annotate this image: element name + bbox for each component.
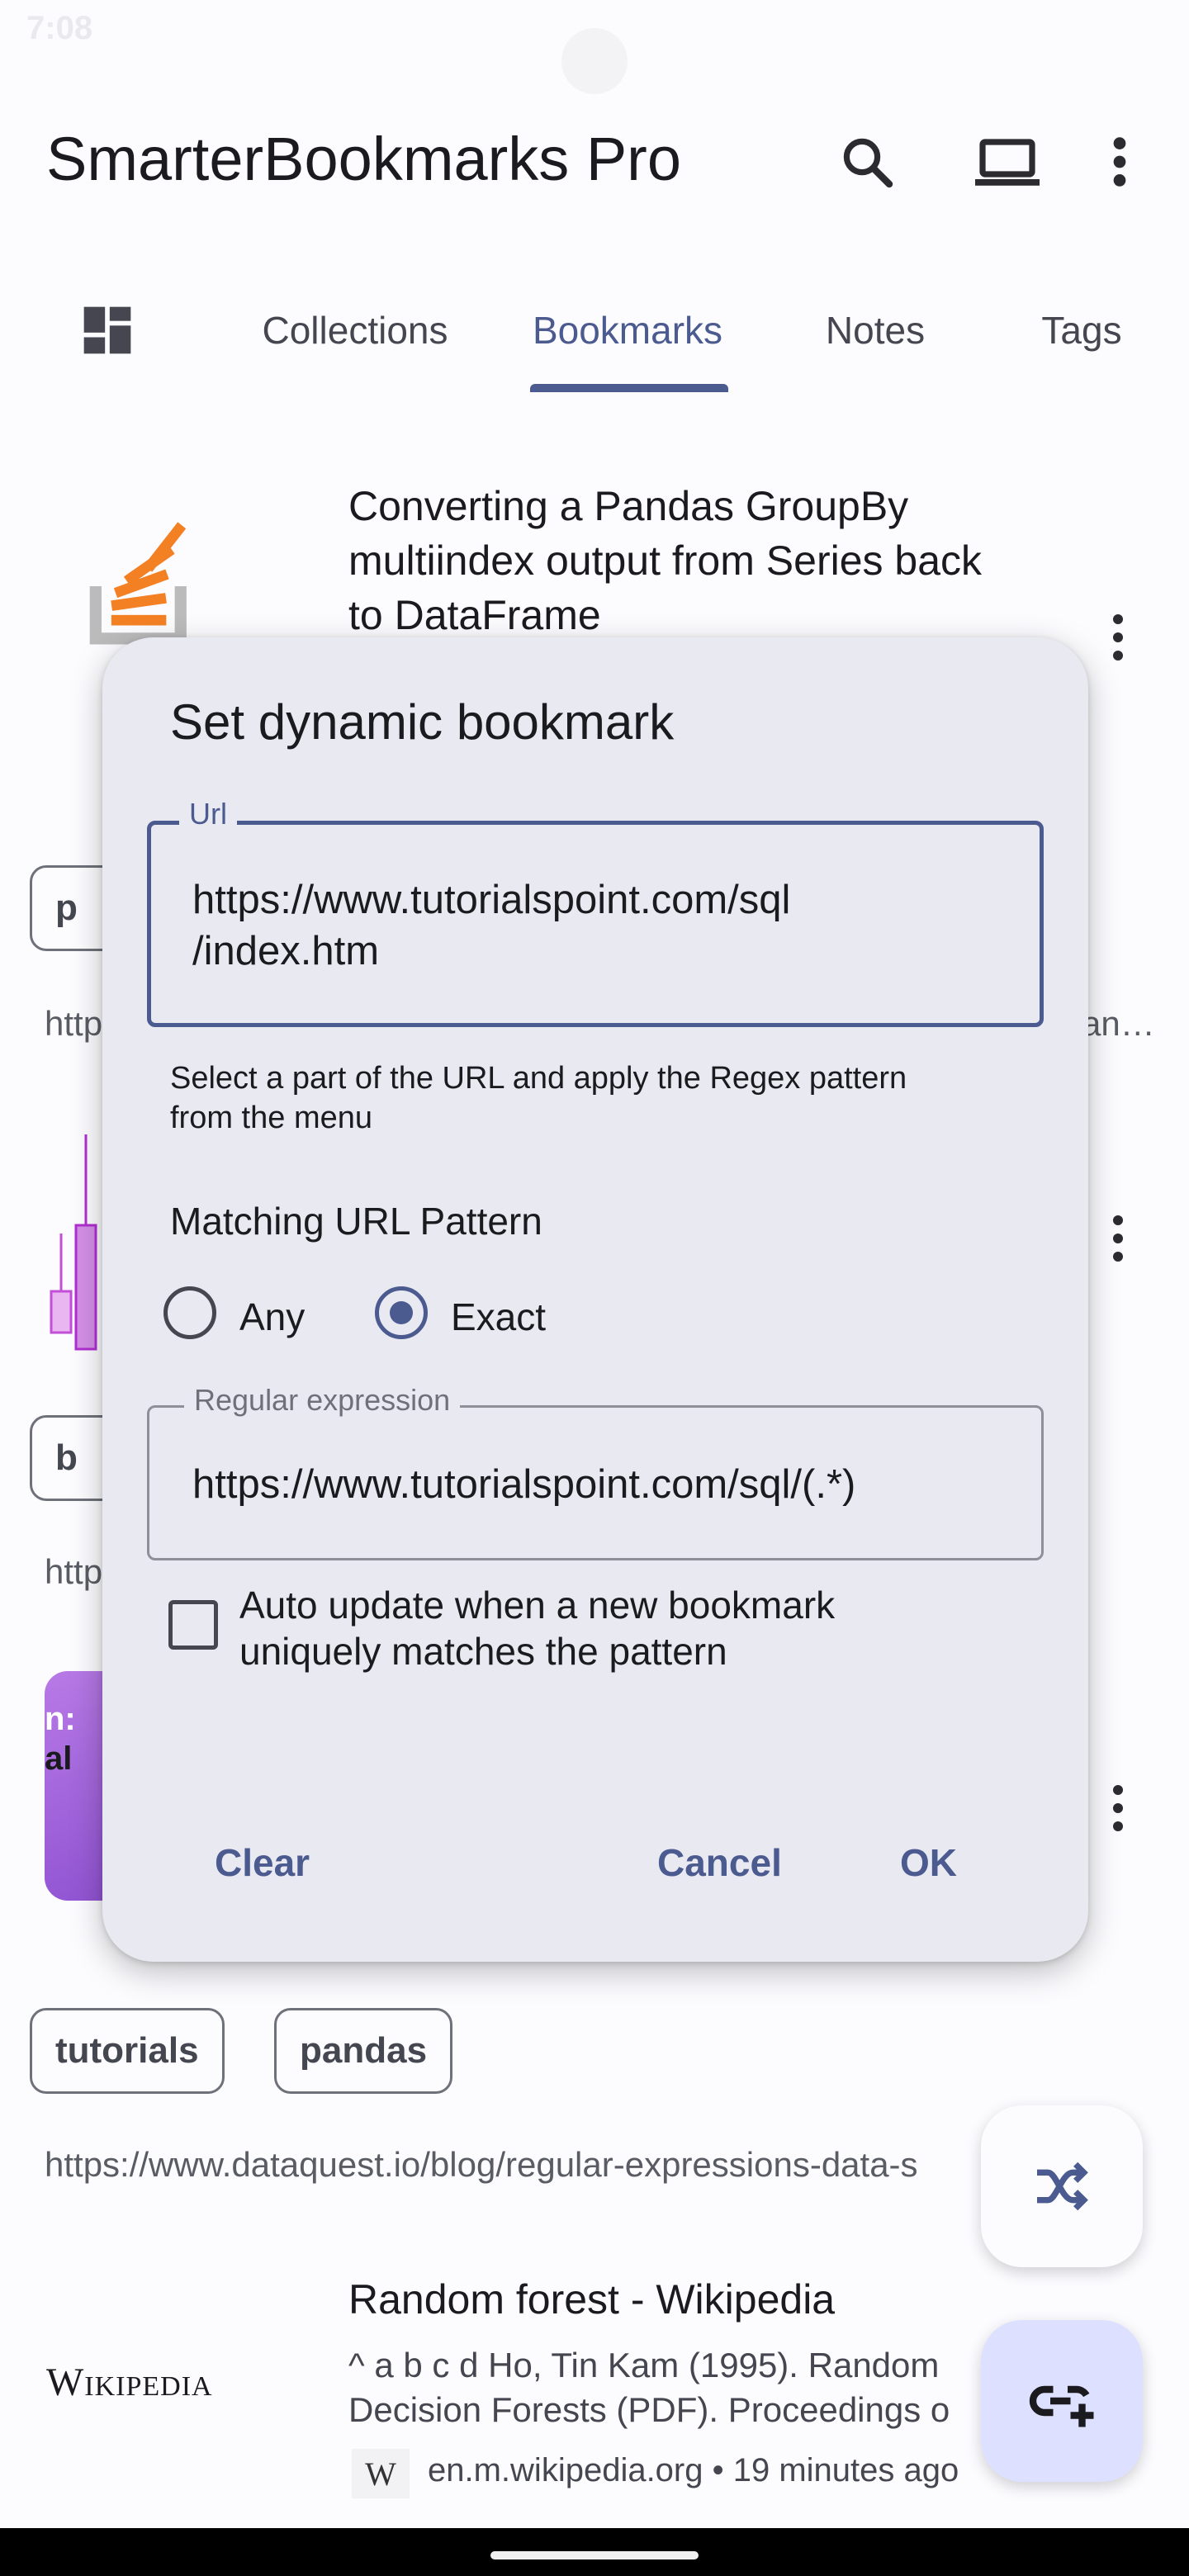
camera-cutout	[561, 28, 628, 94]
regex-field-value[interactable]: https://www.tutorialspoint.com/sql/(.*)	[192, 1459, 855, 1510]
bookmark-title-line[interactable]: to DataFrame	[348, 588, 601, 642]
tab-notes[interactable]: Notes	[776, 281, 974, 380]
helper-line: Select a part of the URL and apply the R…	[170, 1061, 907, 1096]
radio-exact[interactable]	[375, 1286, 428, 1339]
ok-button[interactable]: OK	[883, 1821, 973, 1904]
url-field-value[interactable]: /index.htm	[192, 926, 379, 977]
add-link-icon	[1029, 2385, 1094, 2427]
regex-field-label: Regular expression	[184, 1383, 461, 1418]
thumbnail-text: al	[45, 1740, 73, 1777]
wikipedia-favicon: W	[352, 2449, 410, 2498]
bookmark-url-tail: an…	[1082, 1004, 1155, 1043]
bookmark-title-line[interactable]: Converting a Pandas GroupBy	[348, 479, 908, 533]
status-time: 7:08	[26, 10, 93, 46]
radio-any[interactable]	[163, 1286, 216, 1339]
thumbnail-text: n:	[45, 1701, 76, 1737]
url-helper-text: Select a part of the URL and apply the R…	[170, 1058, 1029, 1138]
shuffle-icon	[1037, 2162, 1088, 2211]
description-line: ^ a b c d Ho, Tin Kam (1995). Random	[348, 2346, 940, 2384]
tag-chip-pandas[interactable]: pandas	[274, 2008, 453, 2094]
bookmark-url: http	[45, 1552, 103, 1591]
helper-line: from the menu	[170, 1101, 372, 1135]
auto-update-label[interactable]: Auto update when a new bookmark uniquely…	[239, 1582, 983, 1674]
tab-indicator	[530, 384, 728, 392]
tab-collections[interactable]: Collections	[231, 281, 479, 380]
tab-tags[interactable]: Tags	[999, 281, 1164, 380]
matching-pattern-label: Matching URL Pattern	[170, 1200, 542, 1243]
add-link-fab[interactable]	[981, 2320, 1143, 2482]
search-icon[interactable]	[826, 121, 908, 203]
bookmark-url: http	[45, 1004, 103, 1043]
dialog-title: Set dynamic bookmark	[170, 694, 675, 750]
app-title: SmarterBookmarks Pro	[46, 125, 681, 193]
home-gesture-handle[interactable]	[490, 2551, 699, 2559]
url-field-value[interactable]: https://www.tutorialspoint.com/sql	[192, 874, 790, 926]
bookmark-more-icon[interactable]	[1101, 604, 1135, 670]
tab-bookmarks[interactable]: Bookmarks	[504, 281, 751, 380]
clear-button[interactable]: Clear	[198, 1821, 326, 1904]
bookmark-title[interactable]: Random forest - Wikipedia	[348, 2272, 835, 2327]
shuffle-fab[interactable]	[981, 2105, 1143, 2267]
radio-exact-label[interactable]: Exact	[451, 1295, 546, 1339]
auto-update-label-line: uniquely matches the pattern	[239, 1630, 727, 1673]
bookmark-source: en.m.wikipedia.org • 19 minutes ago	[428, 2452, 959, 2488]
dashboard-icon[interactable]	[50, 281, 165, 380]
more-vert-icon[interactable]	[1087, 121, 1153, 203]
tag-chip-tutorials[interactable]: tutorials	[30, 2008, 225, 2094]
wikipedia-logo: Wikipedia	[46, 2361, 213, 2404]
bookmark-more-icon[interactable]	[1101, 1775, 1135, 1841]
regex-field[interactable]: Regular expression https://www.tutorials…	[147, 1383, 1044, 1560]
bookmark-description: ^ a b c d Ho, Tin Kam (1995). Random Dec…	[348, 2343, 976, 2432]
auto-update-checkbox[interactable]	[168, 1600, 218, 1650]
laptop-icon[interactable]	[966, 121, 1049, 203]
url-field[interactable]: Url https://www.tutorialspoint.com/sql /…	[147, 797, 1044, 1027]
bookmark-url: https://www.dataquest.io/blog/regular-ex…	[45, 2145, 918, 2184]
cancel-button[interactable]: Cancel	[641, 1821, 798, 1904]
radio-any-label[interactable]: Any	[239, 1295, 305, 1339]
auto-update-label-line: Auto update when a new bookmark	[239, 1584, 836, 1627]
set-dynamic-bookmark-dialog: Set dynamic bookmark Url https://www.tut…	[102, 637, 1088, 1962]
url-field-label: Url	[179, 797, 237, 831]
bookmark-title-line[interactable]: multiindex output from Series back	[348, 533, 982, 588]
description-line: Decision Forests (PDF). Proceedings o	[348, 2390, 950, 2429]
bookmark-more-icon[interactable]	[1101, 1205, 1135, 1271]
status-bar: 7:08	[0, 0, 1189, 94]
tab-bar: Collections Bookmarks Notes Tags	[0, 281, 1189, 396]
